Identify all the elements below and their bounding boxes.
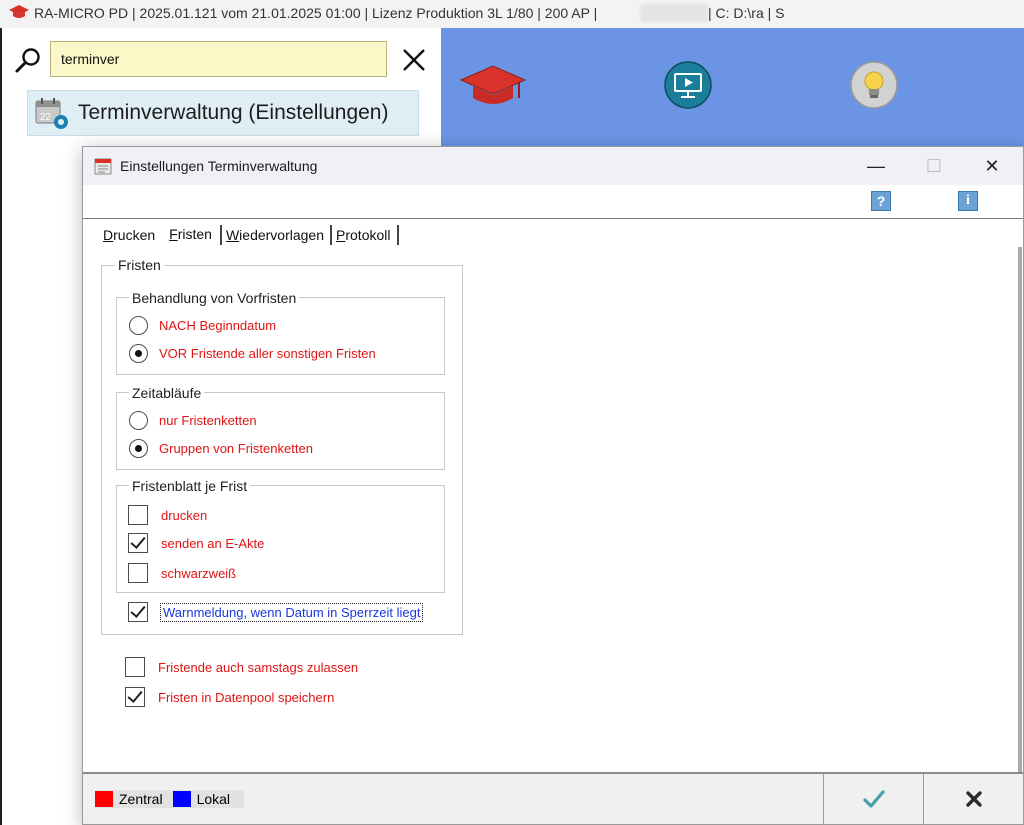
tab-wiedervorlagen-label: iedervorlagen bbox=[239, 227, 325, 243]
radio-nach-beginndatum-label: NACH Beginndatum bbox=[159, 318, 277, 333]
tab-drucken-label: rucken bbox=[113, 227, 156, 243]
checkbox-warnmeldung-label: Warnmeldung, wenn Datum in Sperrzeit lie… bbox=[159, 602, 424, 622]
color-legend: Zentral Lokal bbox=[95, 790, 245, 808]
checkbox-datenpool-box[interactable] bbox=[125, 687, 145, 707]
search-icon[interactable] bbox=[14, 46, 42, 74]
radio-nach-beginndatum-circle[interactable] bbox=[129, 316, 148, 335]
settings-dialog: Einstellungen Terminverwaltung — ☐ ✕ ? i… bbox=[82, 146, 1024, 825]
legend-label-lokal: Lokal bbox=[196, 791, 231, 807]
tab-protokoll[interactable]: Protokoll bbox=[334, 225, 400, 247]
app-title-path: | C: D:\ra | S bbox=[708, 5, 785, 21]
radio-gruppen-fristenketten-circle[interactable] bbox=[129, 439, 148, 458]
checkbox-schwarzweiss-box[interactable] bbox=[128, 563, 148, 583]
app-title-text: RA-MICRO PD | 2025.01.121 vom 21.01.2025… bbox=[34, 5, 598, 21]
cancel-button[interactable] bbox=[923, 774, 1023, 824]
vorfristen-group bbox=[116, 297, 445, 375]
radio-nach-beginndatum[interactable]: NACH Beginndatum bbox=[129, 316, 276, 335]
checkbox-drucken[interactable]: drucken bbox=[128, 505, 207, 525]
checkbox-drucken-box[interactable] bbox=[128, 505, 148, 525]
checkbox-datenpool[interactable]: Fristen in Datenpool speichern bbox=[125, 687, 334, 707]
search-result-label: Terminverwaltung (Einstellungen) bbox=[78, 101, 389, 124]
tab-fristen[interactable]: Fristen bbox=[165, 225, 222, 247]
checkbox-datenpool-label: Fristen in Datenpool speichern bbox=[158, 689, 335, 705]
tab-protokoll-mnemonic: P bbox=[336, 227, 346, 243]
checkmark-icon bbox=[862, 790, 885, 808]
close-icon[interactable] bbox=[400, 46, 428, 74]
legend-label-zentral: Zentral bbox=[119, 791, 163, 807]
checkbox-samstags[interactable]: Fristende auch samstags zulassen bbox=[125, 657, 358, 677]
radio-vor-fristende-label: VOR Fristende aller sonstigen Fristen bbox=[159, 346, 376, 361]
legend-swatch-lokal bbox=[172, 791, 191, 807]
vorfristen-group-title: Behandlung von Vorfristen bbox=[129, 290, 300, 306]
video-tutorial-icon[interactable] bbox=[663, 60, 713, 110]
checkbox-schwarzweiss-label: schwarzweiß bbox=[161, 565, 237, 581]
checkbox-samstags-label: Fristende auch samstags zulassen bbox=[158, 659, 359, 675]
zeitablaeufe-group-title: Zeitabläufe bbox=[129, 385, 205, 401]
tab-fristen-label: risten bbox=[177, 226, 212, 242]
dialog-title: Einstellungen Terminverwaltung bbox=[120, 158, 318, 174]
checkbox-senden-e-akte[interactable]: senden an E-Akte bbox=[128, 533, 264, 553]
tab-fristen-mnemonic: F bbox=[169, 226, 178, 242]
tab-wiedervorlagen[interactable]: Wiedervorlagen bbox=[224, 225, 333, 247]
dialog-status-bar: Zentral Lokal bbox=[83, 772, 1023, 824]
radio-nur-fristenketten-label: nur Fristenketten bbox=[159, 413, 257, 428]
tab-drucken[interactable]: Drucken bbox=[101, 225, 157, 247]
redacted-user bbox=[640, 4, 708, 22]
ok-button[interactable] bbox=[823, 774, 923, 824]
tab-bar: Drucken Fristen Wiedervorlagen Protokoll bbox=[101, 225, 401, 247]
checkbox-schwarzweiss[interactable]: schwarzweiß bbox=[128, 563, 236, 583]
tab-protokoll-label: rotokoll bbox=[345, 227, 391, 243]
radio-gruppen-fristenketten-label: Gruppen von Fristenketten bbox=[159, 441, 313, 456]
zeitablaeufe-group bbox=[116, 392, 445, 470]
radio-vor-fristende[interactable]: VOR Fristende aller sonstigen Fristen bbox=[129, 344, 376, 363]
radio-nur-fristenketten-circle[interactable] bbox=[129, 411, 148, 430]
checkbox-senden-e-akte-label: senden an E-Akte bbox=[161, 535, 265, 551]
checkbox-samstags-box[interactable] bbox=[125, 657, 145, 677]
dialog-close-button[interactable]: ✕ bbox=[963, 147, 1021, 185]
vertical-scrollbar[interactable] bbox=[1018, 247, 1022, 772]
ra-micro-logo-icon bbox=[9, 5, 29, 18]
info-icon[interactable]: i bbox=[958, 191, 978, 211]
dialog-toolbar: ? i bbox=[83, 185, 1023, 219]
search-input[interactable]: terminver bbox=[50, 41, 387, 77]
app-title-bar: RA-MICRO PD | 2025.01.121 vom 21.01.2025… bbox=[0, 0, 1024, 28]
fristenblatt-group-title: Fristenblatt je Frist bbox=[129, 478, 251, 494]
ribbon bbox=[441, 28, 1024, 146]
tab-wiedervorlagen-mnemonic: W bbox=[225, 227, 240, 243]
checkbox-warnmeldung[interactable]: Warnmeldung, wenn Datum in Sperrzeit lie… bbox=[128, 602, 424, 622]
minimize-button[interactable]: — bbox=[847, 147, 905, 185]
fristen-group-title: Fristen bbox=[115, 257, 164, 273]
dialog-app-icon bbox=[94, 158, 112, 175]
checkbox-warnmeldung-box[interactable] bbox=[128, 602, 148, 622]
checkbox-senden-e-akte-box[interactable] bbox=[128, 533, 148, 553]
graduation-cap-icon[interactable] bbox=[459, 64, 527, 110]
svg-text:22: 22 bbox=[40, 112, 52, 123]
radio-gruppen-fristenketten[interactable]: Gruppen von Fristenketten bbox=[129, 439, 313, 458]
checkbox-drucken-label: drucken bbox=[161, 507, 208, 523]
tab-drucken-mnemonic: D bbox=[103, 227, 114, 243]
cross-icon bbox=[965, 791, 982, 807]
legend-swatch-zentral bbox=[95, 791, 113, 807]
radio-nur-fristenketten[interactable]: nur Fristenketten bbox=[129, 411, 257, 430]
search-result-item[interactable]: 22 Terminverwaltung (Einstellungen) bbox=[27, 90, 419, 136]
help-icon[interactable]: ? bbox=[871, 191, 891, 211]
lightbulb-icon[interactable] bbox=[849, 60, 899, 110]
maximize-button[interactable]: ☐ bbox=[905, 147, 963, 185]
calendar-settings-icon: 22 bbox=[35, 98, 68, 129]
radio-vor-fristende-circle[interactable] bbox=[129, 344, 148, 363]
dialog-title-bar: Einstellungen Terminverwaltung — ☐ ✕ bbox=[83, 147, 1023, 185]
search-input-value: terminver bbox=[61, 51, 120, 67]
